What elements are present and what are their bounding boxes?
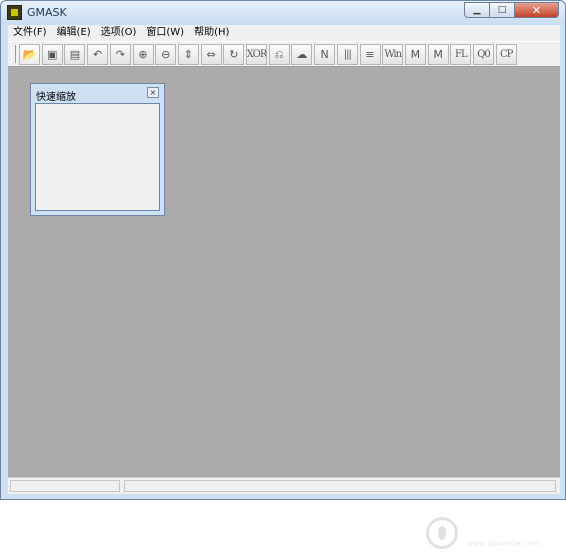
vertical-lines-icon: ||| [343,49,352,60]
undo-icon: ↶ [92,48,103,61]
save-as-button[interactable]: ▤ [64,44,86,65]
close-button[interactable]: ✕ [515,2,559,18]
menu-file[interactable]: 文件(F) [8,25,52,41]
win-icon: Win [384,49,402,60]
q0-button[interactable]: Q0 [473,44,494,65]
open-folder-button[interactable]: 📂 [19,44,40,65]
flip-vertical-button[interactable]: ⇕ [177,44,199,65]
save-icon: ▣ [46,48,58,61]
window-controls: ▁ □ ✕ [464,2,559,19]
app-icon[interactable] [7,5,22,20]
mdi-workspace[interactable]: 快速缩放 × 当下软件园 www.downxia.com [8,67,560,549]
watermark: 当下软件园 www.downxia.com [426,515,566,557]
window-title: GMASK [27,6,67,19]
xor-button[interactable]: XOR [246,44,267,65]
redo-button[interactable]: ↷ [109,44,131,65]
status-pane-2 [124,480,556,492]
win-button[interactable]: Win [382,44,404,65]
watermark-logo-icon [426,517,458,549]
open-folder-icon: 📂 [22,48,37,61]
menu-edit[interactable]: 编辑(E) [52,25,96,41]
zoom-in-icon: ⊕ [138,48,148,61]
menu-options[interactable]: 选项(O) [96,25,142,41]
cp-button[interactable]: CP [495,44,517,65]
maximize-icon: □ [497,5,507,15]
toolbar-grip[interactable] [11,45,16,63]
undo-button[interactable]: ↶ [87,44,109,65]
redo-icon: ↷ [115,48,125,61]
rgb-icon: ☁ [296,48,308,61]
zoom-in-button[interactable]: ⊕ [132,44,154,65]
flip-horizontal-button[interactable]: ⇔ [200,44,222,65]
rotate-icon: ↻ [229,48,239,61]
xor-icon: XOR [246,49,267,60]
status-pane-1 [10,480,120,492]
watermark-url: www.downxia.com [466,539,541,548]
n-button[interactable]: N [314,44,336,65]
quick-zoom-preview[interactable] [35,103,160,211]
menu-help[interactable]: 帮助(H) [189,25,234,41]
fl-button[interactable]: FL [450,44,472,65]
save-as-icon: ▤ [69,48,81,61]
quick-zoom-panel[interactable]: 快速缩放 × [30,83,165,216]
q0-icon: Q0 [477,49,491,60]
meko-plus-button[interactable]: M [427,44,449,65]
zoom-out-icon: ⊖ [161,48,171,61]
cp-icon: CP [499,49,513,60]
status-bar [8,477,560,494]
horizontal-lines-button[interactable]: ≡ [359,44,381,65]
neg-button[interactable]: ⎌ [268,44,290,65]
menu-window[interactable]: 窗口(W) [141,25,189,41]
horizontal-lines-icon: ≡ [365,48,375,61]
n-icon: N [320,48,329,61]
save-button[interactable]: ▣ [41,44,63,65]
toolbar: 📂 ▣ ▤ ↶ ↷ ⊕ ⊖ ⇕ ⇔ ↻ XOR ⎌ ☁ N ||| ≡ Win M M FL Q0 CP [8,41,560,67]
maximize-button[interactable]: □ [490,2,515,18]
meko-plus-icon: M [433,48,443,61]
flip-horizontal-icon: ⇔ [206,48,216,61]
minimize-icon: ▁ [473,5,481,15]
vertical-lines-button[interactable]: ||| [336,44,358,65]
meko-button[interactable]: M [404,44,426,65]
title-bar[interactable]: GMASK ▁ □ ✕ [1,1,565,25]
app-window: GMASK ▁ □ ✕ 文件(F) 编辑(E) 选项(O) 窗口(W) 帮助(H… [0,0,566,549]
panel-close-button[interactable]: × [147,87,159,98]
menu-bar: 文件(F) 编辑(E) 选项(O) 窗口(W) 帮助(H) [8,25,560,41]
rotate-button[interactable]: ↻ [223,44,245,65]
rgb-button[interactable]: ☁ [291,44,313,65]
fl-icon: FL [455,49,468,60]
neg-icon: ⎌ [274,47,284,61]
watermark-text: 当下软件园 [464,521,550,540]
meko-icon: M [410,48,421,61]
flip-vertical-icon: ⇕ [183,48,193,61]
minimize-button[interactable]: ▁ [464,2,490,18]
close-icon: ✕ [531,3,542,17]
quick-zoom-title: 快速缩放 [36,92,76,103]
zoom-out-button[interactable]: ⊖ [155,44,177,65]
